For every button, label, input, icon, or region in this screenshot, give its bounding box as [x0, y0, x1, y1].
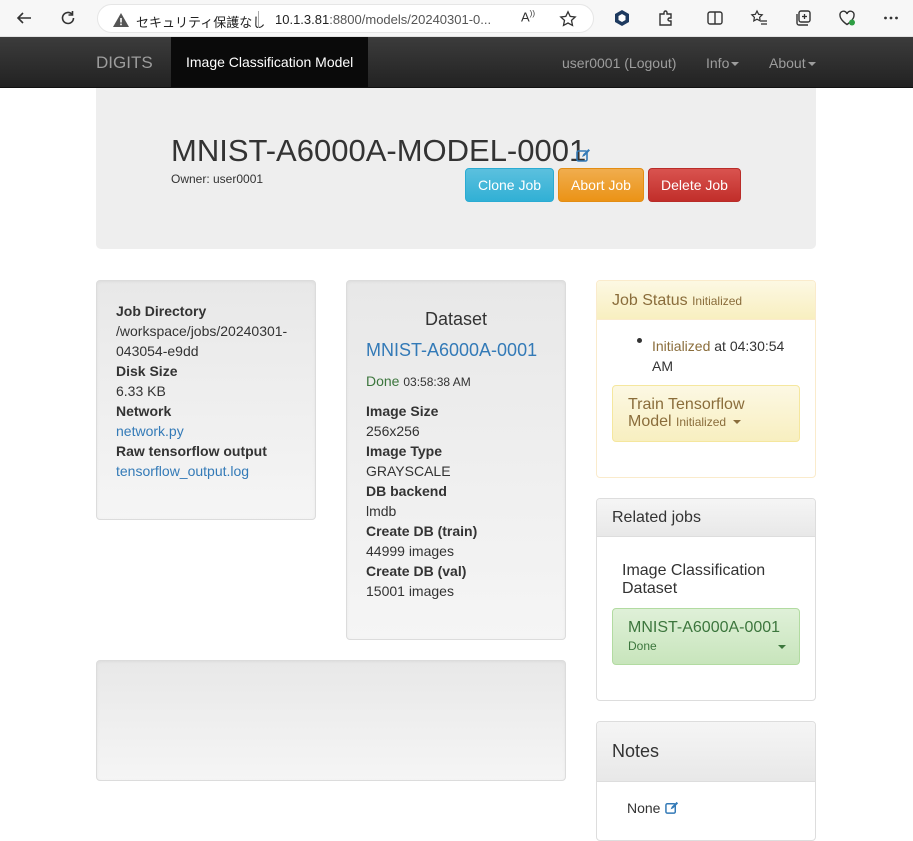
- job-owner: Owner: user0001: [171, 172, 264, 186]
- status-event: Initialized at 04:30:54: [652, 338, 784, 354]
- caret-down-icon: [731, 62, 740, 67]
- related-dataset-name: MNIST-A6000A-0001: [628, 619, 781, 636]
- raw-output-label: Raw tensorflow output: [116, 443, 267, 459]
- related-job-type: Image Classification Dataset: [622, 562, 766, 597]
- about-label: About: [769, 55, 806, 71]
- edit-title-icon[interactable]: [576, 148, 591, 163]
- dataset-well: Dataset MNIST-A6000A-0001 Done 03:58:38 …: [346, 280, 566, 640]
- collections-icon[interactable]: [791, 6, 815, 30]
- back-arrow-icon[interactable]: [12, 6, 36, 30]
- task-name: Train Tensorflow: [628, 396, 745, 413]
- related-dataset-status: Done: [628, 639, 657, 653]
- create-db-val-value: 15001 images: [366, 583, 454, 599]
- related-jobs-title: Related jobs: [612, 509, 701, 526]
- create-db-train-value: 44999 images: [366, 543, 454, 559]
- notes-title: Notes: [612, 741, 660, 761]
- status-event-state: Initialized: [652, 338, 711, 354]
- job-title: MNIST-A6000A-MODEL-0001: [171, 133, 587, 168]
- more-menu-icon[interactable]: [879, 6, 903, 30]
- address-bar[interactable]: セキュリティ保護なし 10.1.3.81:8800/models/2024030…: [97, 4, 594, 33]
- network-file-link[interactable]: network.py: [116, 423, 184, 439]
- bullet-icon: [637, 338, 642, 343]
- disk-size-value: 6.33 KB: [116, 383, 166, 399]
- related-dataset-dropdown[interactable]: MNIST-A6000A-0001 Done: [612, 608, 800, 665]
- read-aloud-icon[interactable]: A)): [521, 9, 535, 24]
- job-status-header: Job Status Initialized: [597, 281, 815, 320]
- job-info-well: Job Directory /workspace/jobs/20240301- …: [96, 280, 316, 520]
- dataset-link[interactable]: MNIST-A6000A-0001: [366, 340, 537, 361]
- delete-job-button[interactable]: Delete Job: [648, 168, 741, 202]
- related-jobs-header: Related jobs: [597, 499, 815, 537]
- task-state: Initialized: [676, 415, 727, 429]
- job-status-title-text: Job Status: [612, 292, 688, 309]
- image-size-value: 256x256: [366, 423, 420, 439]
- status-event-ampm: AM: [652, 358, 673, 374]
- status-event-time: at 04:30:54: [714, 338, 785, 354]
- about-dropdown[interactable]: About: [769, 55, 816, 71]
- image-type-value: GRAYSCALE: [366, 463, 451, 479]
- caret-down-icon: [807, 62, 816, 67]
- logout-link[interactable]: user0001 (Logout): [562, 55, 676, 71]
- favorite-star-icon[interactable]: [559, 10, 577, 28]
- browser-essentials-icon[interactable]: [835, 6, 859, 30]
- digits-navbar: DIGITS Image Classification Model user00…: [0, 37, 913, 88]
- favorites-list-icon[interactable]: [747, 6, 771, 30]
- browser-toolbar: セキュリティ保護なし 10.1.3.81:8800/models/2024030…: [0, 0, 913, 37]
- edit-notes-icon[interactable]: [665, 801, 679, 815]
- shield-extension-icon[interactable]: [610, 6, 634, 30]
- job-status-panel: Job Status Initialized Initialized at 04…: [596, 280, 816, 478]
- extensions-puzzle-icon[interactable]: [654, 6, 678, 30]
- refresh-icon[interactable]: [56, 6, 80, 30]
- brand-link[interactable]: DIGITS: [96, 53, 153, 73]
- info-dropdown[interactable]: Info: [706, 55, 740, 71]
- caret-down-icon: [732, 419, 741, 424]
- address-divider: [258, 11, 259, 28]
- dataset-status-time: 03:58:38 AM: [403, 375, 471, 389]
- security-warning-text: セキュリティ保護なし: [136, 15, 266, 30]
- job-status-state: Initialized: [692, 294, 743, 308]
- notes-value: None: [627, 800, 661, 816]
- info-label: Info: [706, 55, 730, 71]
- notes-header: Notes: [597, 722, 815, 782]
- disk-size-label: Disk Size: [116, 363, 178, 379]
- job-status-title: Job Status Initialized: [612, 292, 742, 310]
- dataset-status-text: Done: [366, 373, 400, 389]
- task-name-cont: Model Initialized: [628, 413, 741, 431]
- job-directory-value: /workspace/jobs/20240301-: [116, 323, 288, 339]
- url-path: :8800/models/20240301-0...: [329, 12, 492, 27]
- split-screen-icon[interactable]: [703, 6, 727, 30]
- image-size-label: Image Size: [366, 403, 439, 419]
- empty-well: [96, 660, 566, 781]
- task-name-model: Model: [628, 413, 672, 430]
- notes-panel: Notes None: [596, 721, 816, 841]
- job-directory-value-cont: 043054-e9dd: [116, 343, 199, 359]
- train-task-dropdown[interactable]: Train Tensorflow Model Initialized: [612, 385, 800, 442]
- nav-item-label: Image Classification Model: [186, 54, 354, 70]
- dataset-status: Done 03:58:38 AM: [366, 373, 471, 389]
- db-backend-label: DB backend: [366, 483, 447, 499]
- url-host: 10.1.3.81: [275, 12, 330, 27]
- nav-item-image-classification-model[interactable]: Image Classification Model: [171, 37, 368, 87]
- job-header: MNIST-A6000A-MODEL-0001 Owner: user0001 …: [96, 88, 816, 249]
- abort-job-button[interactable]: Abort Job: [558, 168, 644, 202]
- related-jobs-panel: Related jobs Image Classification Datase…: [596, 498, 816, 701]
- image-type-label: Image Type: [366, 443, 442, 459]
- clone-job-button[interactable]: Clone Job: [465, 168, 554, 202]
- job-directory-label: Job Directory: [116, 303, 207, 319]
- warning-icon: [113, 13, 129, 27]
- caret-down-icon: [778, 645, 786, 649]
- db-backend-value: lmdb: [366, 503, 397, 519]
- dataset-heading: Dataset: [424, 309, 488, 329]
- url-text[interactable]: 10.1.3.81:8800/models/20240301-0...: [275, 12, 491, 27]
- network-label: Network: [116, 403, 172, 419]
- create-db-val-label: Create DB (val): [366, 563, 467, 579]
- tensorflow-log-link[interactable]: tensorflow_output.log: [116, 463, 249, 479]
- create-db-train-label: Create DB (train): [366, 523, 478, 539]
